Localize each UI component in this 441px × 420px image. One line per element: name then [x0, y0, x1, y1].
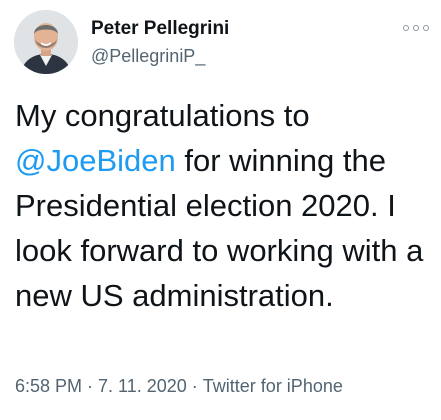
tweet-source[interactable]: Twitter for iPhone [203, 376, 343, 396]
tweet-meta: 6:58 PM · 7. 11. 2020 · Twitter for iPhone [15, 376, 343, 397]
author-display-name[interactable]: Peter Pellegrini [91, 18, 229, 40]
more-dot-icon [413, 25, 419, 31]
more-dot-icon [423, 25, 429, 31]
tweet-time[interactable]: 6:58 PM [15, 376, 82, 396]
tweet-text: My congratulations to @JoeBiden for winn… [15, 93, 435, 318]
tweet-card: Peter Pellegrini @PellegriniP_ My congra… [0, 0, 441, 420]
avatar[interactable] [14, 10, 78, 74]
tweet-text-before: My congratulations to [15, 98, 310, 133]
more-dot-icon [403, 25, 409, 31]
meta-separator: · [87, 376, 94, 396]
tweet-date[interactable]: 7. 11. 2020 [98, 376, 187, 396]
more-options-icon[interactable] [403, 22, 429, 34]
meta-separator: · [191, 376, 198, 396]
author-handle[interactable]: @PellegriniP_ [91, 46, 205, 67]
mention-link[interactable]: @JoeBiden [15, 143, 176, 178]
